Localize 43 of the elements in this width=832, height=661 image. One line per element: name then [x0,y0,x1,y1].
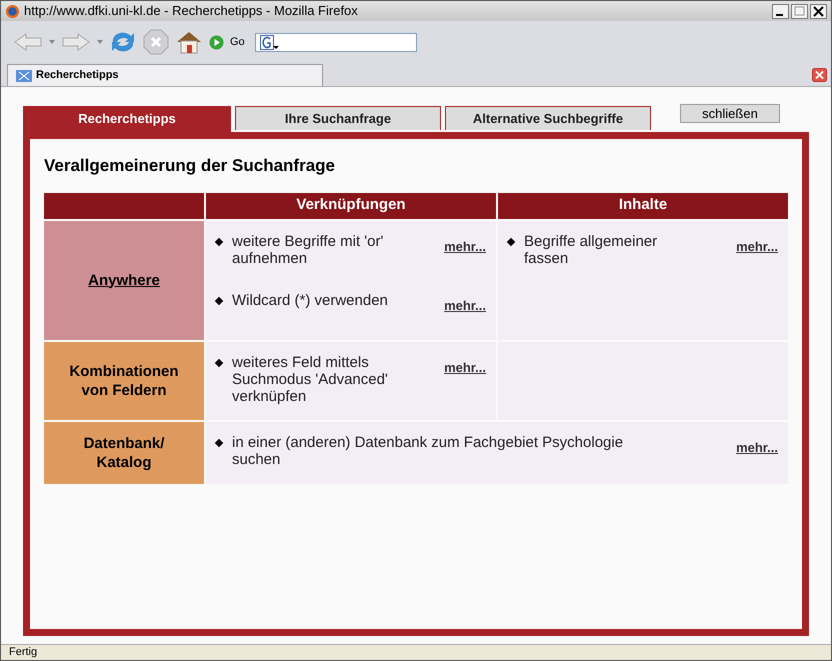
home-icon[interactable] [175,30,203,54]
globe-icon [5,4,20,18]
tab[interactable]: Alternative Suchbegriffe [445,106,651,130]
tab[interactable]: Ihre Suchanfrage [235,106,441,130]
section-heading: Verallgemeinerung der Suchanfrage [44,155,336,177]
more-link[interactable]: mehr... [444,296,486,315]
minimize-icon[interactable] [772,4,789,18]
close-button[interactable]: schließen [680,104,780,123]
more-link[interactable]: mehr... [736,438,778,457]
close-icon[interactable] [810,4,827,18]
row-label: Datenbank/ Katalog [44,422,204,484]
search-field[interactable] [254,32,417,52]
column-header: Verknüpfungen [206,192,496,218]
search-engine-icon[interactable] [260,34,280,50]
window-title: http://www.dfki.uni-kl.de - Recherchetipps - Mozilla Firefox [24,2,358,20]
browser-tab[interactable]: Recherchetipps [7,64,323,86]
bullet-icon [214,237,224,246]
item-text: in einer (anderen) Datenbank zum Fachgebiet Psychologie suchen [232,434,624,468]
more-link[interactable]: mehr... [444,236,486,256]
item-text: weiteres Feld mittels Suchmodus 'Advanced' verknüpfen [232,354,389,404]
item-text: Begriffe allgemeiner fassen [524,232,658,266]
caret-icon[interactable] [97,40,103,44]
more-link[interactable]: mehr... [736,236,778,256]
go-label[interactable]: Go [230,34,245,50]
item-text: Wildcard (*) verwenden [232,292,389,308]
row-link[interactable]: Anywhere [44,220,204,340]
reload-icon[interactable] [109,30,137,54]
bullet-icon [214,296,224,305]
row-label: Kombinationen von Feldern [44,342,204,420]
bullet-icon [506,237,516,246]
status-text: Fertig [9,645,38,660]
bullet-icon [214,358,224,367]
maximize-icon[interactable] [791,4,808,18]
bullet-icon [214,438,224,447]
tab[interactable]: Recherchetipps [23,106,231,132]
stop-icon[interactable] [143,29,169,55]
go-icon[interactable] [209,34,224,50]
item-text: weitere Begriffe mit 'or' aufnehmen [232,232,384,266]
caret-icon[interactable] [49,40,55,44]
close-tab-icon[interactable] [812,68,827,82]
column-header: Inhalte [498,192,788,218]
more-link[interactable]: mehr... [444,358,486,377]
page-icon [16,70,32,82]
